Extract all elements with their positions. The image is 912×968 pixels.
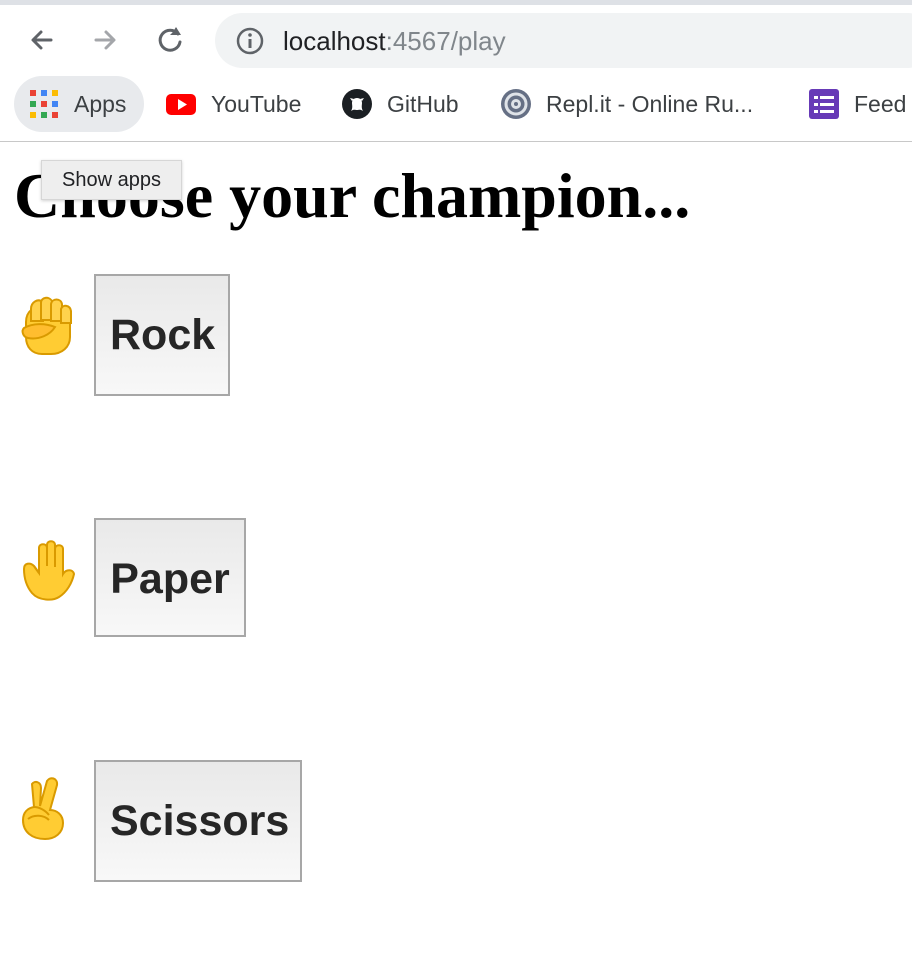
scissors-button[interactable]: Scissors [94,760,302,882]
rock-button[interactable]: Rock [94,274,230,396]
reload-icon [158,27,182,52]
back-button[interactable] [22,20,62,60]
url-text[interactable]: localhost:4567/play [283,25,506,57]
bookmark-apps-label: Apps [74,90,127,117]
feed-icon [809,89,839,119]
bookmark-feed[interactable]: Feed [794,76,912,132]
victory-hand-icon [14,776,72,842]
github-icon [342,89,372,119]
raised-hand-icon [14,538,78,604]
bookmark-youtube-label: YouTube [211,90,302,117]
youtube-icon [166,94,196,115]
bookmark-github-label: GitHub [387,90,459,117]
show-apps-tooltip: Show apps [41,160,182,200]
info-icon[interactable] [235,26,265,56]
reload-button[interactable] [150,20,190,60]
bookmark-apps[interactable]: Apps [14,76,144,132]
url-path: :4567/play [385,26,506,56]
bookmark-youtube[interactable]: YouTube [151,76,315,132]
bookmark-github[interactable]: GitHub [327,76,473,132]
raised-fist-icon [14,292,78,358]
bookmark-replit-label: Repl.it - Online Ru... [546,90,754,117]
apps-grid-icon [30,90,58,118]
forward-arrow-icon [94,30,116,50]
forward-button[interactable] [85,20,125,60]
url-host: localhost [283,26,386,56]
back-arrow-icon [31,30,53,50]
tab-strip [0,0,912,5]
browser-chrome: localhost:4567/play Apps YouTube GitHub … [0,0,912,142]
paper-button[interactable]: Paper [94,518,246,637]
bookmark-replit[interactable]: Repl.it - Online Ru... [486,76,767,132]
bookmark-feed-label: Feed [854,90,907,117]
replit-icon [501,89,531,119]
address-bar[interactable]: localhost:4567/play [215,13,912,68]
